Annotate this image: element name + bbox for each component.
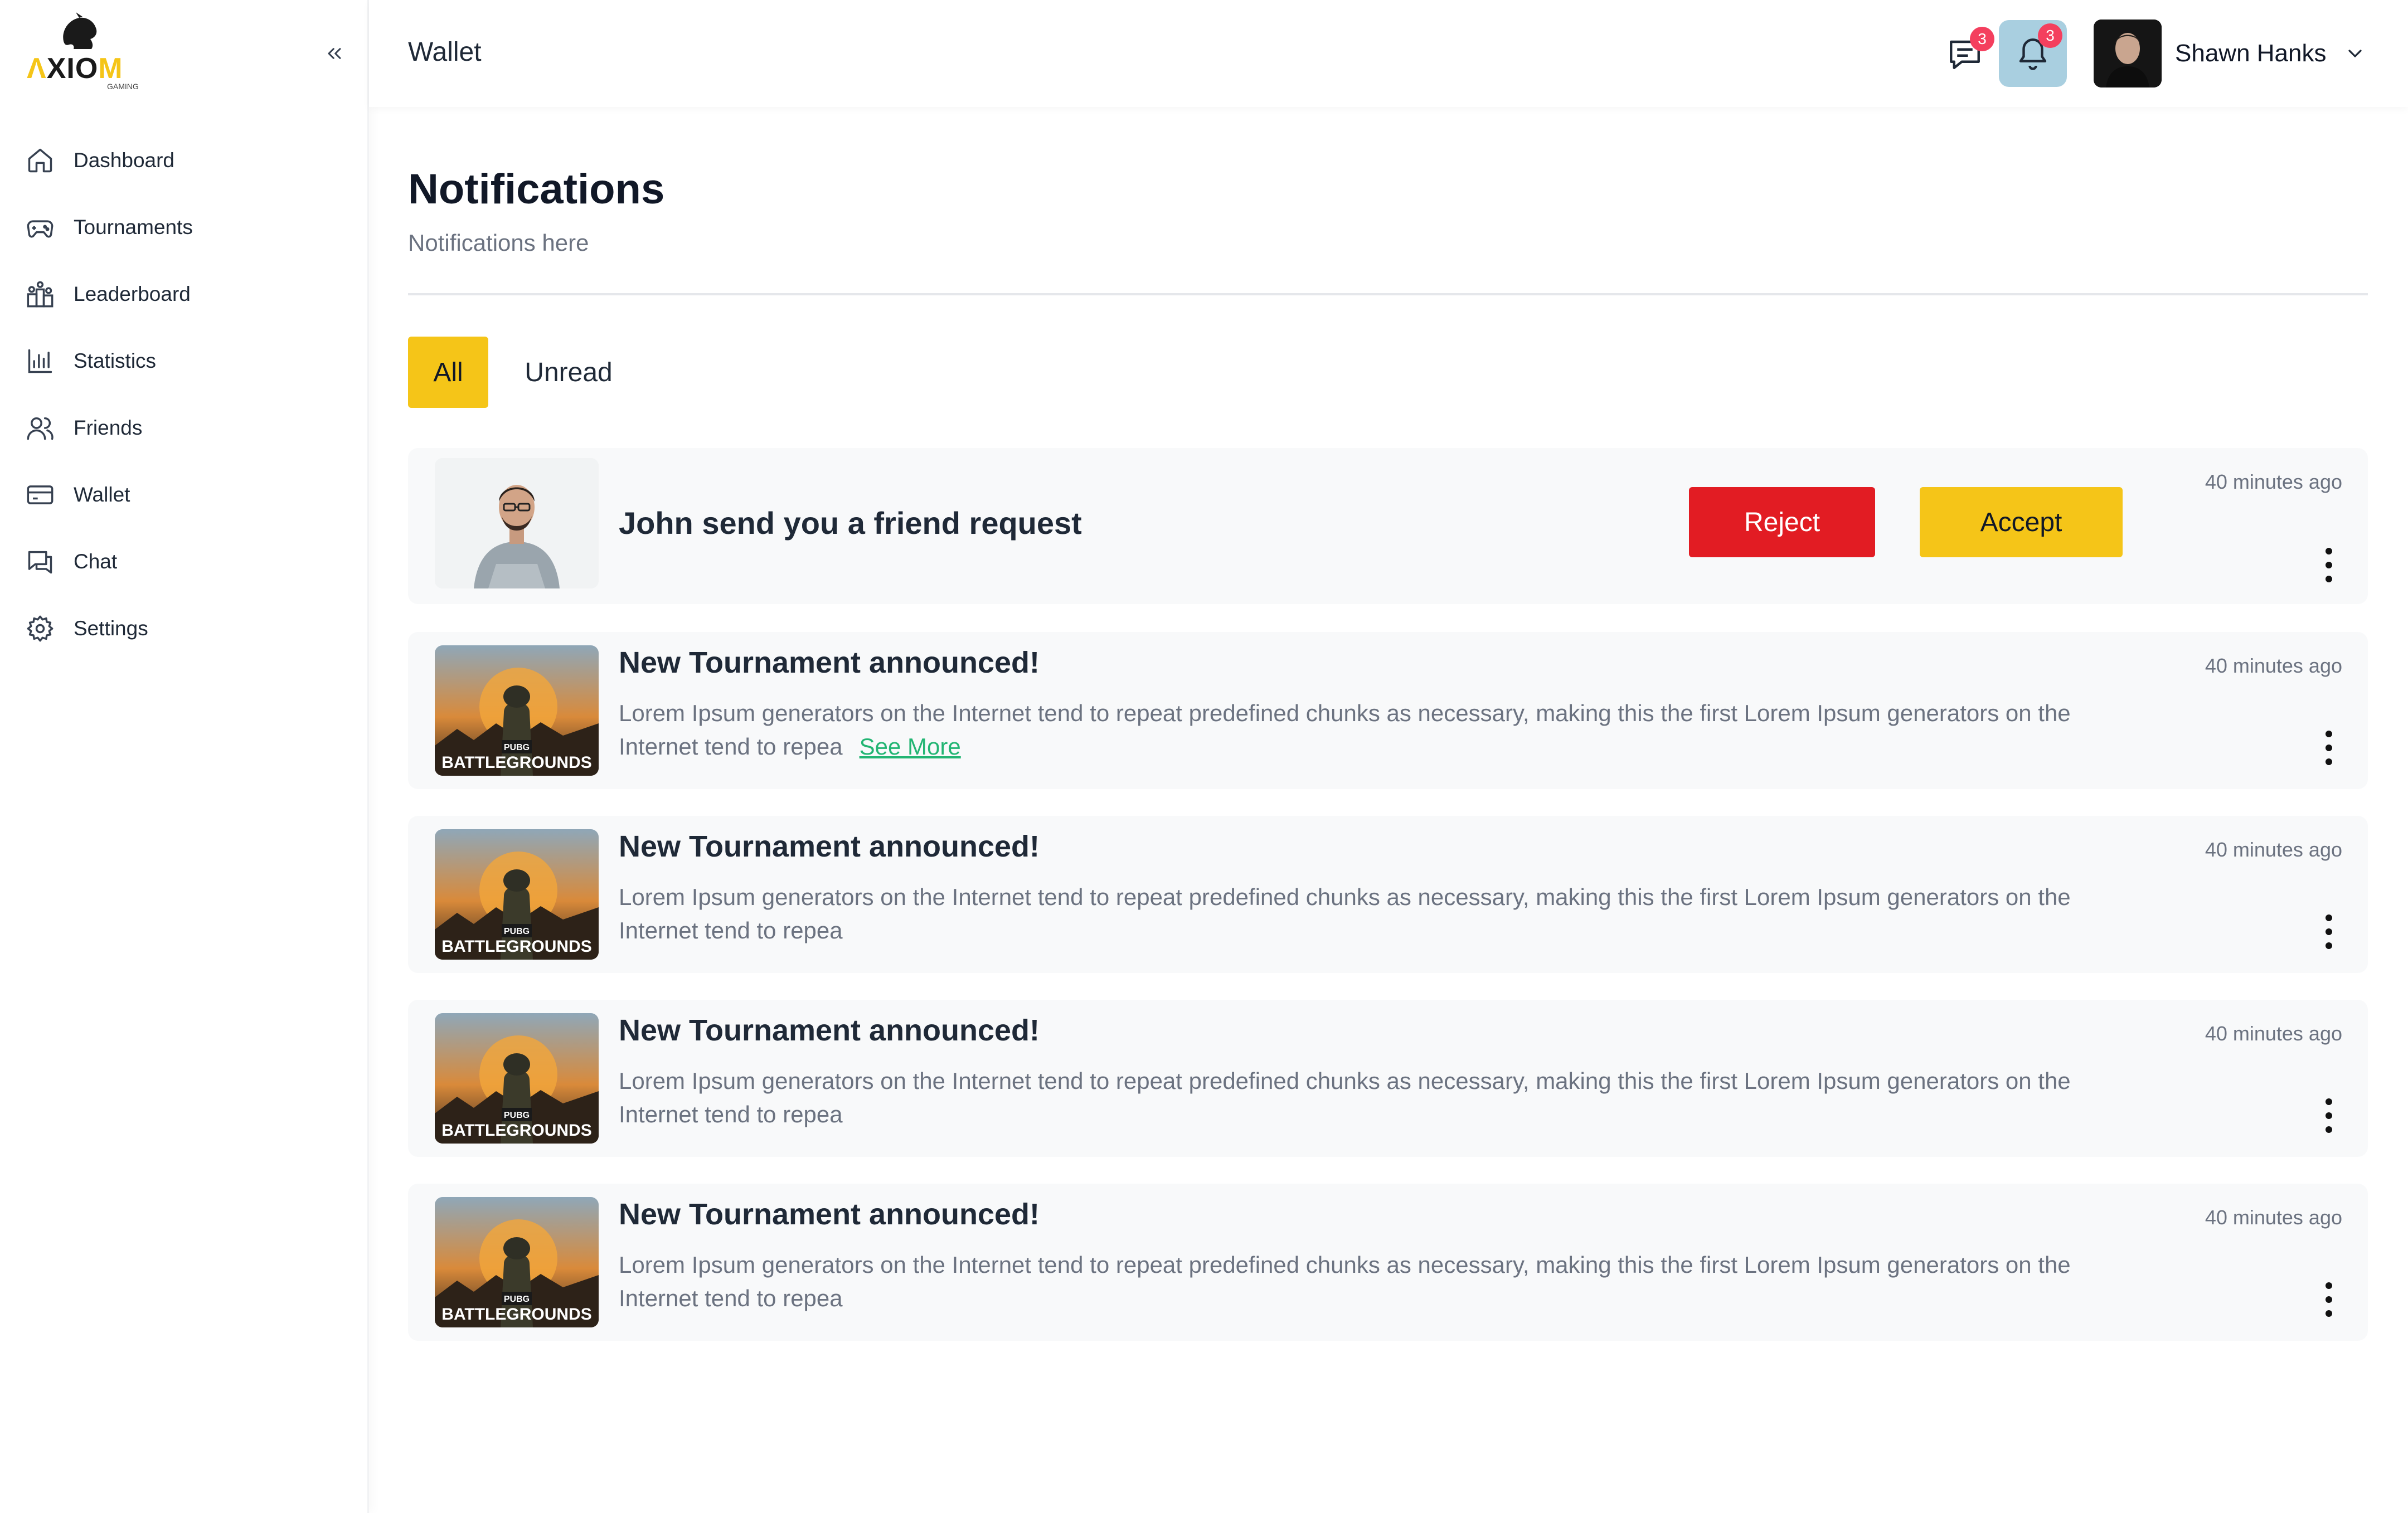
svg-text:PUBG: PUBG xyxy=(504,1295,530,1304)
sidebar-item-label: Leaderboard xyxy=(74,283,191,305)
top-header: Wallet 3 3 Shawn Hanks xyxy=(369,0,2408,107)
sidebar-item-leaderboard[interactable]: Leaderboard xyxy=(25,261,337,328)
home-icon xyxy=(25,145,56,176)
notification-card-tournament[interactable]: PUBG BATTLEGROUNDS New Tournament announ… xyxy=(408,1184,2368,1341)
user-name: Shawn Hanks xyxy=(2175,40,2327,67)
notification-time: 40 minutes ago xyxy=(2205,1206,2342,1229)
more-vertical-icon xyxy=(2326,548,2332,582)
sidebar-item-label: Chat xyxy=(74,550,118,573)
more-options-button[interactable] xyxy=(2318,1277,2340,1322)
collapse-sidebar-button[interactable] xyxy=(319,38,350,69)
notification-card-tournament[interactable]: PUBG BATTLEGROUNDS New Tournament announ… xyxy=(408,816,2368,973)
sidebar-item-label: Friends xyxy=(74,416,143,439)
svg-text:BATTLEGROUNDS: BATTLEGROUNDS xyxy=(441,753,591,772)
notification-card-friend-request[interactable]: John send you a friend request Reject Ac… xyxy=(408,448,2368,604)
more-options-button[interactable] xyxy=(2318,909,2340,954)
axiom-logo-icon: ΛXIOM GAMING xyxy=(27,12,139,91)
more-options-button[interactable] xyxy=(2318,726,2340,770)
messages-button[interactable]: 3 xyxy=(1940,27,1994,79)
notification-title: John send you a friend request xyxy=(619,505,1082,541)
sidebar-item-label: Statistics xyxy=(74,349,157,372)
chat-icon xyxy=(25,546,56,577)
notification-title: New Tournament announced! xyxy=(619,830,1040,863)
svg-text:PUBG: PUBG xyxy=(504,743,530,752)
notification-time: 40 minutes ago xyxy=(2205,470,2342,493)
accept-button[interactable]: Accept xyxy=(1920,487,2123,557)
svg-text:BATTLEGROUNDS: BATTLEGROUNDS xyxy=(441,1305,591,1324)
notification-title: New Tournament announced! xyxy=(619,1198,1040,1231)
friend-avatar xyxy=(435,458,599,588)
wallet-icon xyxy=(25,479,56,510)
sidebar-item-label: Wallet xyxy=(74,483,130,506)
svg-text:GAMING: GAMING xyxy=(107,82,139,91)
avatar xyxy=(2094,20,2162,87)
sidebar-item-label: Dashboard xyxy=(74,149,175,172)
sidebar-item-dashboard[interactable]: Dashboard xyxy=(25,127,337,194)
sidebar-item-friends[interactable]: Friends xyxy=(25,395,337,461)
notification-card-tournament[interactable]: PUBG BATTLEGROUNDS New Tournament announ… xyxy=(408,632,2368,789)
tab-unread[interactable]: Unread xyxy=(513,337,624,408)
sidebar-item-label: Settings xyxy=(74,617,148,640)
tournament-thumbnail: PUBG BATTLEGROUNDS xyxy=(435,1197,599,1327)
brand-wordmark: ΛXIOM xyxy=(27,52,123,85)
svg-text:PUBG: PUBG xyxy=(504,927,530,936)
notification-body: Lorem Ipsum generators on the Internet t… xyxy=(619,884,2071,943)
notifications-badge: 3 xyxy=(2038,23,2062,48)
header-title: Wallet xyxy=(408,37,482,67)
gear-icon xyxy=(25,613,56,644)
more-vertical-icon xyxy=(2326,1098,2332,1133)
tournament-thumbnail: PUBG BATTLEGROUNDS xyxy=(435,829,599,960)
sidebar-item-statistics[interactable]: Statistics xyxy=(25,328,337,395)
notification-body: Lorem Ipsum generators on the Internet t… xyxy=(619,1252,2071,1311)
sidebar-nav: Dashboard Tournaments Leaderboard Statis… xyxy=(25,127,337,662)
notification-time: 40 minutes ago xyxy=(2205,838,2342,861)
page-subtitle: Notifications here xyxy=(408,230,589,256)
messages-badge: 3 xyxy=(1970,27,1994,51)
notification-card-tournament[interactable]: PUBG BATTLEGROUNDS New Tournament announ… xyxy=(408,1000,2368,1157)
sidebar-item-chat[interactable]: Chat xyxy=(25,528,337,595)
chevron-down-icon xyxy=(2348,50,2362,57)
tournament-thumbnail: PUBG BATTLEGROUNDS xyxy=(435,1013,599,1144)
svg-text:BATTLEGROUNDS: BATTLEGROUNDS xyxy=(441,1121,591,1140)
notification-time: 40 minutes ago xyxy=(2205,654,2342,677)
notifications-button[interactable]: 3 xyxy=(1999,20,2067,87)
more-vertical-icon xyxy=(2326,731,2332,765)
more-options-button[interactable] xyxy=(2318,543,2340,587)
sidebar: ΛXIOM GAMING Dashboard Tournaments Leade… xyxy=(0,0,369,1513)
sidebar-item-wallet[interactable]: Wallet xyxy=(25,461,337,528)
user-menu[interactable]: Shawn Hanks xyxy=(2094,20,2366,87)
chevrons-left-icon xyxy=(328,48,341,59)
leaderboard-icon xyxy=(25,279,56,310)
notification-time: 40 minutes ago xyxy=(2205,1022,2342,1045)
svg-text:BATTLEGROUNDS: BATTLEGROUNDS xyxy=(441,937,591,956)
brand-logo[interactable]: ΛXIOM GAMING xyxy=(25,12,147,96)
bar-chart-icon xyxy=(25,346,56,377)
more-vertical-icon xyxy=(2326,1282,2332,1317)
more-options-button[interactable] xyxy=(2318,1093,2340,1138)
tab-all[interactable]: All xyxy=(408,337,488,408)
tournament-thumbnail: PUBG BATTLEGROUNDS xyxy=(435,645,599,776)
more-vertical-icon xyxy=(2326,914,2332,949)
reject-button[interactable]: Reject xyxy=(1689,487,1875,557)
sidebar-item-settings[interactable]: Settings xyxy=(25,595,337,662)
see-more-link[interactable]: See More xyxy=(860,733,961,760)
notification-title: New Tournament announced! xyxy=(619,646,1040,679)
svg-text:PUBG: PUBG xyxy=(504,1111,530,1120)
page-title: Notifications xyxy=(408,166,665,213)
notification-title: New Tournament announced! xyxy=(619,1014,1040,1047)
sidebar-item-tournaments[interactable]: Tournaments xyxy=(25,194,337,261)
gamepad-icon xyxy=(25,212,56,243)
sidebar-item-label: Tournaments xyxy=(74,216,193,239)
divider xyxy=(408,293,2368,295)
notification-body: Lorem Ipsum generators on the Internet t… xyxy=(619,700,2071,760)
users-icon xyxy=(25,412,56,444)
notification-body: Lorem Ipsum generators on the Internet t… xyxy=(619,1068,2071,1127)
